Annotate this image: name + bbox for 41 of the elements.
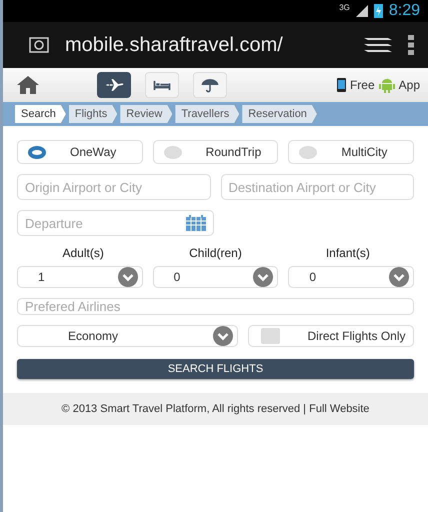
app-label[interactable]: App xyxy=(398,78,420,92)
clock: 8:29 xyxy=(388,2,420,20)
passenger-label: Infant(s) xyxy=(326,246,370,260)
trip-type-radio[interactable]: OneWay xyxy=(17,140,143,164)
menu-icon[interactable] xyxy=(408,35,414,55)
trip-type-radio[interactable]: RoundTrip xyxy=(152,140,278,164)
trip-type-radio[interactable]: MultiCity xyxy=(288,140,414,164)
passenger-select[interactable]: 0 xyxy=(288,266,414,288)
calendar-icon[interactable] xyxy=(186,215,206,231)
step-tab[interactable]: Flights xyxy=(68,105,118,123)
destination-field[interactable]: Destination Airport or City xyxy=(220,174,414,200)
departure-field[interactable]: Departure xyxy=(17,210,214,236)
phone-icon xyxy=(336,78,346,92)
passenger-label: Child(ren) xyxy=(189,246,242,260)
cabin-select[interactable]: Economy xyxy=(17,325,238,347)
dropdown-icon xyxy=(253,267,274,287)
search-button[interactable]: SEARCH FLIGHTS xyxy=(17,359,414,379)
full-website-link[interactable]: Full Website xyxy=(309,403,370,415)
android-icon xyxy=(378,77,395,93)
passenger-select[interactable]: 1 xyxy=(17,266,143,288)
network-label: 3G xyxy=(339,3,350,12)
airlines-field[interactable]: Prefered Airlines xyxy=(17,298,414,315)
footer-text: © 2013 Smart Travel Platform, All rights reserved | Full Website xyxy=(62,403,370,415)
step-tab[interactable]: Review xyxy=(120,105,172,123)
direct-checkbox[interactable] xyxy=(260,328,280,344)
step-tab[interactable]: Reservation xyxy=(242,105,317,123)
direct-label: Direct Flights Only xyxy=(308,329,406,343)
battery-icon xyxy=(374,4,383,18)
signal-icon xyxy=(356,5,368,17)
passenger-select[interactable]: 0 xyxy=(152,266,278,288)
step-tab[interactable]: Travellers xyxy=(175,105,240,123)
passenger-label: Adult(s) xyxy=(62,246,104,260)
tabs-icon[interactable] xyxy=(364,36,392,54)
origin-field[interactable]: Origin Airport or City xyxy=(17,174,210,200)
home-icon[interactable] xyxy=(17,76,39,94)
free-label[interactable]: Free xyxy=(350,78,375,92)
step-tab[interactable]: Search xyxy=(15,105,66,123)
dropdown-icon xyxy=(118,267,138,287)
category-tab[interactable] xyxy=(97,72,131,98)
dropdown-icon xyxy=(212,326,232,346)
dropdown-icon xyxy=(389,267,410,287)
